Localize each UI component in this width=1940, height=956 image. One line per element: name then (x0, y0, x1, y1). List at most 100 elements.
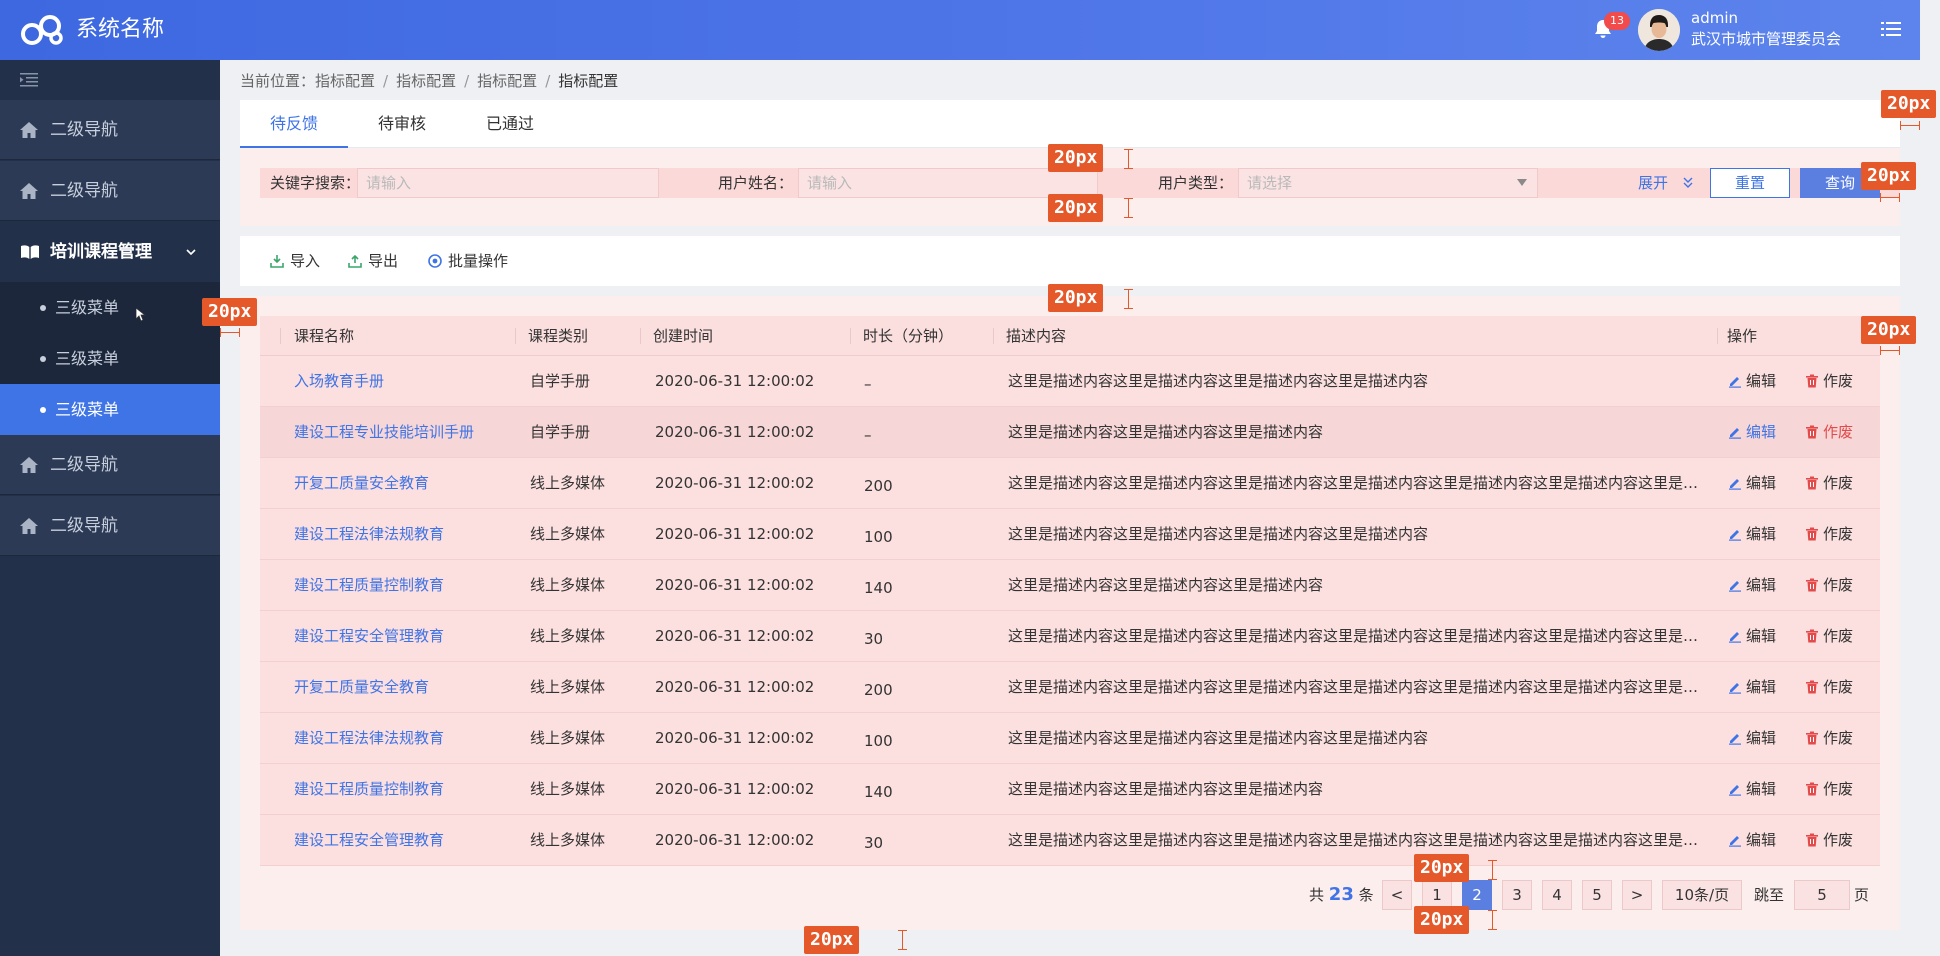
sidebar-group-training[interactable]: 培训课程管理 (0, 222, 220, 282)
breadcrumb-item[interactable]: 指标配置 (477, 72, 537, 90)
table-row[interactable]: 入场教育手册 自学手册 2020-06-31 12:00:02 – 这里是描述内容这里是… (260, 356, 1880, 407)
created-time: 2020-06-31 12:00:02 (655, 729, 815, 747)
column-divider (850, 328, 851, 344)
edit-button[interactable]: 编辑 (1746, 407, 1776, 458)
sidebar-item-nav-1[interactable]: 二级导航 (0, 100, 220, 160)
sidebar-subitem-1[interactable]: 三级菜单 (0, 282, 220, 333)
void-button[interactable]: 作废 (1823, 560, 1853, 611)
course-name-link[interactable]: 入场教育手册 (294, 356, 509, 407)
course-name-link[interactable]: 建设工程安全管理教育 (294, 815, 509, 866)
sidebar-item-nav-2[interactable]: 二级导航 (0, 161, 220, 221)
spacing-measure-line (1900, 121, 1920, 130)
course-name-link[interactable]: 建设工程质量控制教育 (294, 764, 509, 815)
course-name-link[interactable]: 建设工程质量控制教育 (294, 560, 509, 611)
description: 这里是描述内容这里是描述内容这里是描述内容这里是描述内容这里是描述内容这里是描述… (1008, 627, 1708, 645)
course-category: 线上多媒体 (530, 678, 606, 696)
trash-icon (1806, 782, 1818, 796)
trash-icon (1806, 527, 1818, 541)
column-divider (993, 328, 994, 344)
page-button-3[interactable]: 3 (1502, 880, 1532, 910)
spacing-annotation: 20px (1861, 162, 1917, 190)
edit-button[interactable]: 编辑 (1746, 611, 1776, 662)
course-name-link[interactable]: 开复工质量安全教育 (294, 458, 509, 509)
tab-approved[interactable]: 已通过 (456, 100, 564, 148)
next-page-button[interactable]: > (1622, 880, 1652, 910)
total-count: 23 (1328, 884, 1354, 905)
table-row[interactable]: 建设工程安全管理教育 线上多媒体 2020-06-31 12:00:02 30 这里是描… (260, 815, 1880, 866)
table-row[interactable]: 建设工程法律法规教育 线上多媒体 2020-06-31 12:00:02 100 这里是… (260, 509, 1880, 560)
col-header-category: 课程类别 (528, 327, 589, 345)
breadcrumb-item[interactable]: 指标配置 (396, 72, 456, 90)
void-button[interactable]: 作废 (1823, 764, 1853, 815)
duration: – (864, 375, 872, 393)
page-button-4[interactable]: 4 (1542, 880, 1572, 910)
pencil-icon (1729, 479, 1741, 490)
void-button[interactable]: 作废 (1823, 815, 1853, 866)
jump-page-input[interactable]: 5 (1794, 880, 1850, 910)
reset-button[interactable]: 重置 (1710, 168, 1790, 198)
spacing-annotation: 20px (1048, 284, 1104, 312)
void-button[interactable]: 作废 (1823, 458, 1853, 509)
spacing-measure-line (1124, 149, 1133, 169)
edit-button[interactable]: 编辑 (1746, 356, 1776, 407)
sidebar-subitem-2[interactable]: 三级菜单 (0, 333, 220, 384)
chevron-down-icon (186, 249, 196, 256)
sidebar-subitem-3-active[interactable]: 三级菜单 (0, 384, 220, 435)
duration: 30 (864, 630, 884, 648)
course-name-link[interactable]: 开复工质量安全教育 (294, 662, 509, 713)
batch-operation-button[interactable]: 批量操作 (448, 236, 508, 286)
expand-toggle[interactable]: 展开 (1638, 168, 1668, 198)
spacing-annotation: 20px (1414, 854, 1470, 882)
void-button[interactable]: 作废 (1823, 713, 1853, 764)
created-time: 2020-06-31 12:00:02 (655, 423, 815, 441)
edit-button[interactable]: 编辑 (1746, 458, 1776, 509)
void-button[interactable]: 作废 (1823, 356, 1853, 407)
sidebar-collapse-toggle[interactable] (0, 60, 220, 100)
course-name-link[interactable]: 建设工程安全管理教育 (294, 611, 509, 662)
tab-pending-review[interactable]: 待审核 (348, 100, 456, 148)
course-category: 线上多媒体 (530, 831, 606, 849)
table-row[interactable]: 建设工程质量控制教育 线上多媒体 2020-06-31 12:00:02 140 这里是… (260, 764, 1880, 815)
usertype-select[interactable]: 请选择 (1238, 168, 1538, 198)
void-button[interactable]: 作废 (1823, 611, 1853, 662)
void-button[interactable]: 作废 (1823, 509, 1853, 560)
list-menu-icon[interactable] (1881, 20, 1901, 38)
description: 这里是描述内容这里是描述内容这里是描述内容这里是描述内容 (1008, 372, 1429, 390)
edit-button[interactable]: 编辑 (1746, 560, 1776, 611)
description: 这里是描述内容这里是描述内容这里是描述内容 (1008, 780, 1324, 798)
page-suffix: 页 (1854, 886, 1870, 904)
page-size-select[interactable]: 10条/页 (1662, 880, 1742, 910)
trash-icon (1806, 374, 1818, 388)
export-button[interactable]: 导出 (368, 236, 398, 286)
course-name-link[interactable]: 建设工程法律法规教育 (294, 509, 509, 560)
col-header-duration: 时长（分钟） (863, 327, 954, 345)
breadcrumb-item[interactable]: 指标配置 (315, 72, 375, 90)
sidebar-item-nav-4[interactable]: 二级导航 (0, 496, 220, 556)
edit-button[interactable]: 编辑 (1746, 662, 1776, 713)
table-row[interactable]: 建设工程质量控制教育 线上多媒体 2020-06-31 12:00:02 140 这里是… (260, 560, 1880, 611)
edit-button[interactable]: 编辑 (1746, 713, 1776, 764)
page-button-5[interactable]: 5 (1582, 880, 1612, 910)
keyword-input[interactable]: 请输入 (357, 168, 659, 198)
table-row[interactable]: 开复工质量安全教育 线上多媒体 2020-06-31 12:00:02 200 这里是描… (260, 458, 1880, 509)
edit-button[interactable]: 编辑 (1746, 509, 1776, 560)
sidebar-item-label: 二级导航 (50, 455, 118, 475)
sidebar-item-nav-3[interactable]: 二级导航 (0, 435, 220, 495)
edit-button[interactable]: 编辑 (1746, 764, 1776, 815)
table-row[interactable]: 开复工质量安全教育 线上多媒体 2020-06-31 12:00:02 200 这里是描… (260, 662, 1880, 713)
table-row[interactable]: 建设工程专业技能培训手册 自学手册 2020-06-31 12:00:02 – 这里是描… (260, 407, 1880, 458)
download-icon (270, 255, 284, 268)
tab-pending-feedback[interactable]: 待反馈 (240, 100, 348, 148)
import-button[interactable]: 导入 (290, 236, 320, 286)
void-button[interactable]: 作废 (1823, 407, 1853, 458)
edit-button[interactable]: 编辑 (1746, 815, 1776, 866)
void-button[interactable]: 作废 (1823, 662, 1853, 713)
table-row[interactable]: 建设工程安全管理教育 线上多媒体 2020-06-31 12:00:02 30 这里是描… (260, 611, 1880, 662)
prev-page-button[interactable]: < (1382, 880, 1412, 910)
avatar[interactable] (1638, 9, 1680, 51)
course-name-link[interactable]: 建设工程法律法规教育 (294, 713, 509, 764)
upload-icon (348, 254, 362, 268)
course-name-link[interactable]: 建设工程专业技能培训手册 (294, 407, 509, 458)
table-row[interactable]: 建设工程法律法规教育 线上多媒体 2020-06-31 12:00:02 100 这里是… (260, 713, 1880, 764)
notification-badge: 13 (1604, 12, 1630, 30)
